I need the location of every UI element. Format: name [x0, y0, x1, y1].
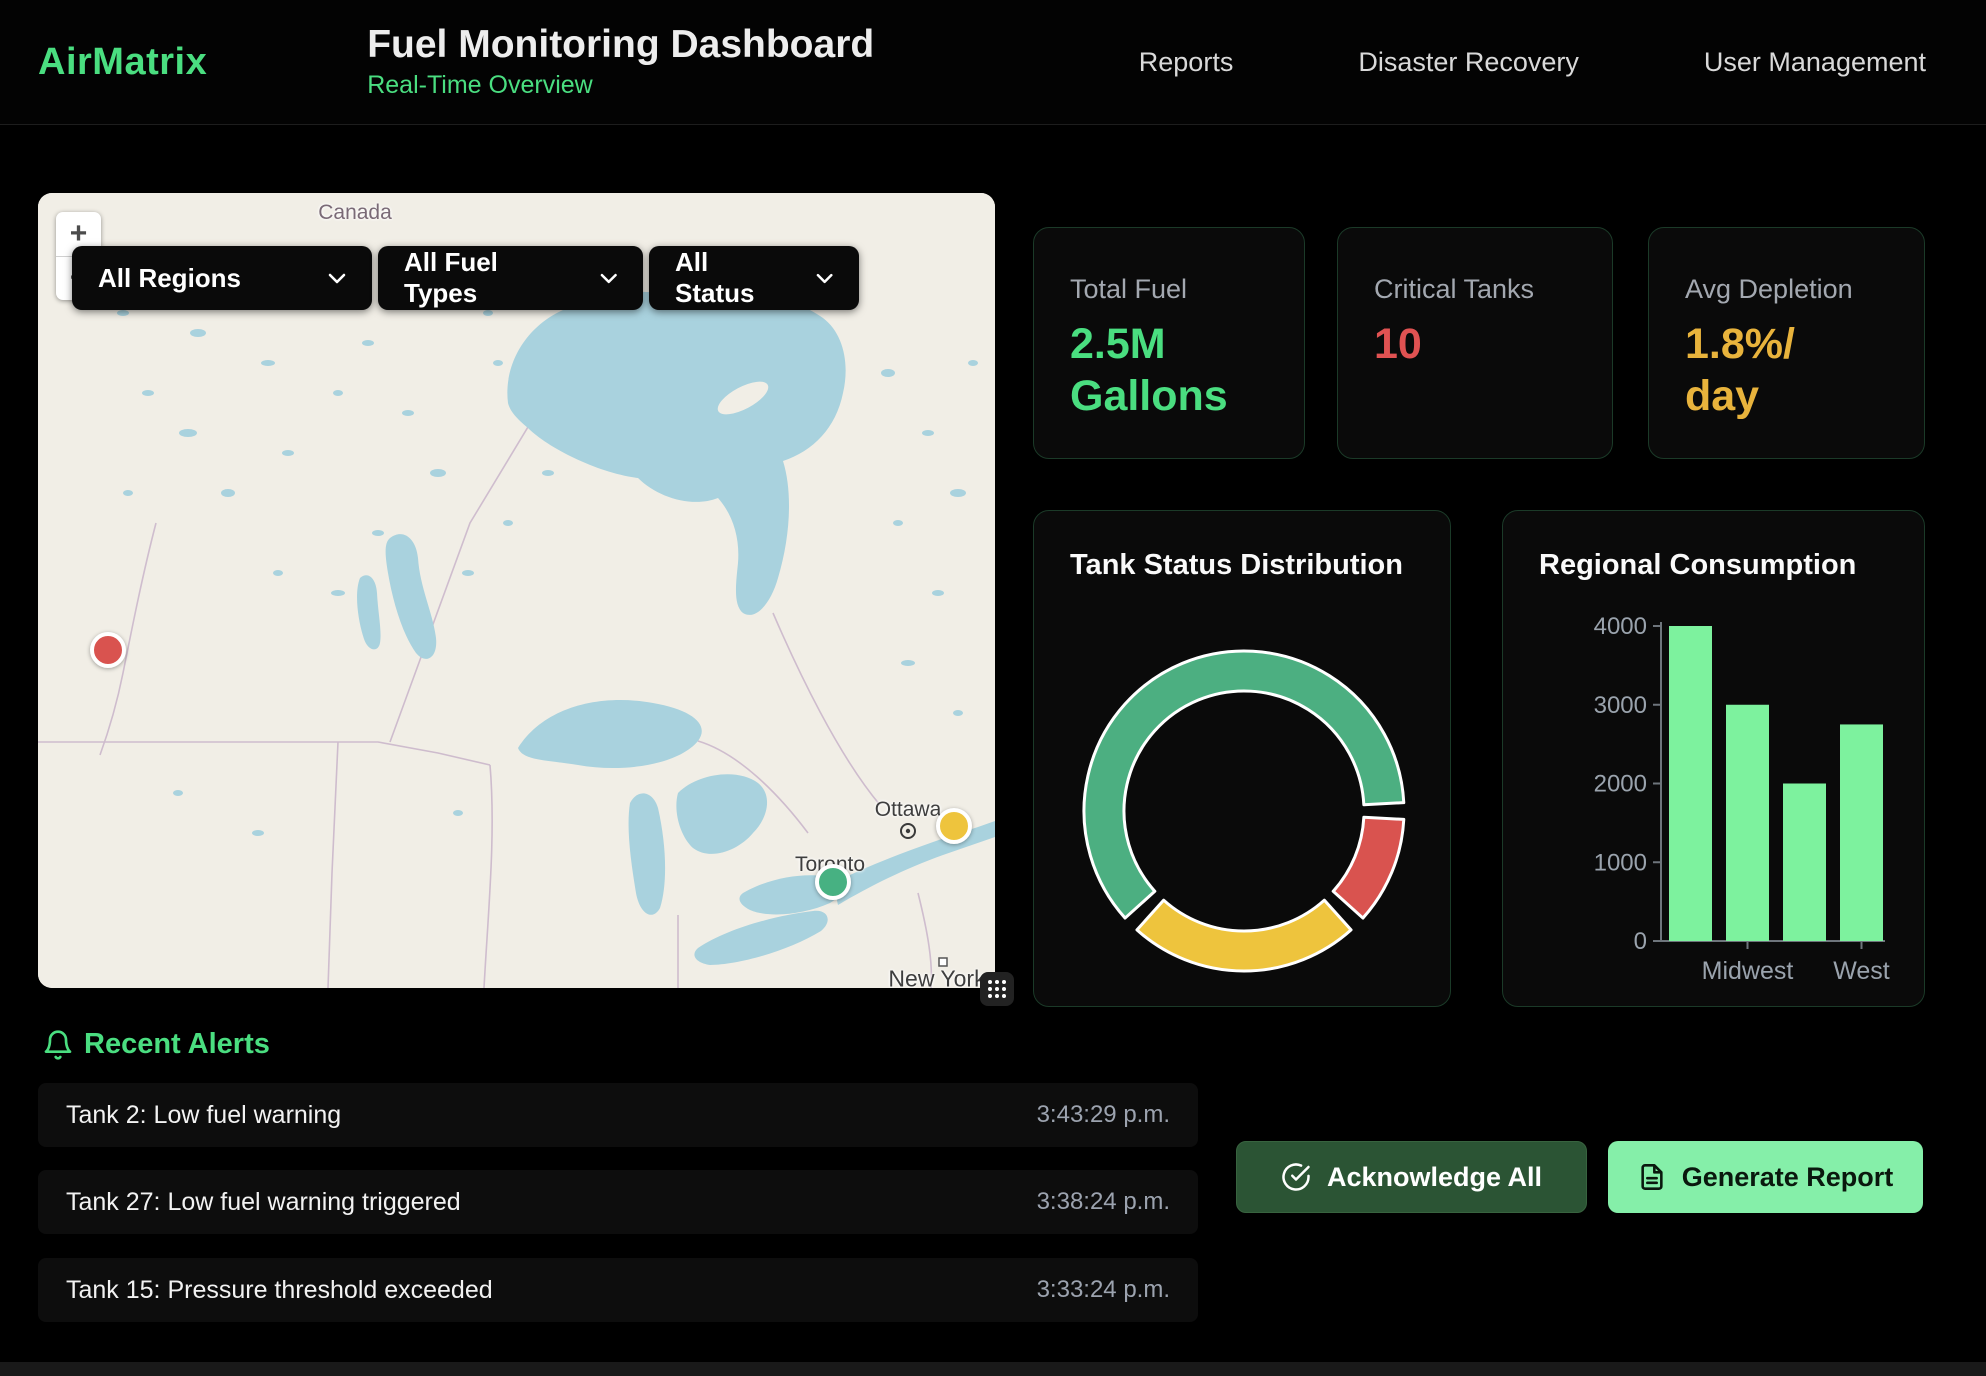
bottom-bar	[0, 1362, 1986, 1376]
alert-row[interactable]: Tank 27: Low fuel warning triggered 3:38…	[38, 1170, 1198, 1234]
bar-3	[1840, 724, 1883, 941]
nav-disaster-recovery[interactable]: Disaster Recovery	[1358, 47, 1579, 78]
region-filter-dropdown[interactable]: All Regions	[72, 246, 372, 310]
y-tick-label: 0	[1634, 928, 1647, 955]
acknowledge-all-button[interactable]: Acknowledge All	[1236, 1141, 1587, 1213]
stat-value: 10	[1374, 319, 1612, 371]
stat-label: Critical Tanks	[1374, 274, 1612, 305]
status-filter-value: All Status	[675, 247, 790, 309]
x-tick-label: West	[1833, 957, 1890, 985]
bar-1	[1726, 705, 1769, 941]
stat-label: Avg Depletion	[1685, 274, 1924, 305]
page-title-block: Fuel Monitoring Dashboard Real-Time Over…	[367, 24, 874, 100]
stat-label: Total Fuel	[1070, 274, 1304, 305]
status-filter-dropdown[interactable]: All Status	[649, 246, 859, 310]
chevron-down-icon	[816, 273, 833, 284]
y-tick-label: 3000	[1594, 692, 1647, 719]
map-filter-bar: All Regions All Fuel Types All Status	[72, 246, 859, 310]
bar-chart: 0 1000 2000 3000 4000 Midwest West	[1503, 511, 1925, 1007]
chevron-down-icon	[328, 273, 346, 284]
region-filter-value: All Regions	[98, 263, 241, 294]
alert-time: 3:43:29 p.m.	[1037, 1101, 1170, 1129]
map-label-canada: Canada	[318, 201, 392, 225]
stat-card-critical-tanks: Critical Tanks 10	[1337, 227, 1613, 459]
x-tick-label: Midwest	[1702, 957, 1794, 985]
regional-consumption-card: Regional Consumption 01000200030004000Mi…	[1502, 510, 1925, 1007]
donut-segment-yellow	[1137, 900, 1351, 971]
map-label-ottawa: Ottawa	[875, 798, 942, 822]
alert-text: Tank 2: Low fuel warning	[66, 1101, 341, 1130]
page-subtitle: Real-Time Overview	[367, 71, 874, 100]
map-label-new-york: New York	[888, 966, 985, 989]
nav-user-management[interactable]: User Management	[1704, 47, 1926, 78]
bell-icon	[42, 1028, 74, 1062]
chevron-down-icon	[600, 273, 618, 284]
donut-segment-red	[1333, 817, 1404, 918]
alert-row[interactable]: Tank 2: Low fuel warning 3:43:29 p.m.	[38, 1083, 1198, 1147]
nav-reports[interactable]: Reports	[1139, 47, 1234, 78]
generate-report-label: Generate Report	[1682, 1162, 1894, 1193]
stat-card-total-fuel: Total Fuel 2.5M Gallons	[1033, 227, 1305, 459]
generate-report-button[interactable]: Generate Report	[1608, 1141, 1923, 1213]
stat-value: 2.5M Gallons	[1070, 319, 1290, 422]
stat-card-avg-depletion: Avg Depletion 1.8%/day	[1648, 227, 1925, 459]
fuel-type-filter-value: All Fuel Types	[404, 247, 574, 309]
file-text-icon	[1638, 1163, 1666, 1191]
dashboard-root: AirMatrix Fuel Monitoring Dashboard Real…	[0, 0, 1986, 1376]
y-tick-label: 1000	[1594, 849, 1647, 876]
tank-marker-warning[interactable]	[936, 808, 972, 844]
map-panel[interactable]: Canada Ottawa Toronto New York + − All R…	[38, 193, 995, 988]
fuel-type-filter-dropdown[interactable]: All Fuel Types	[378, 246, 643, 310]
app-logo: AirMatrix	[38, 41, 207, 84]
alerts-section-title: Recent Alerts	[84, 1028, 270, 1061]
alert-time: 3:38:24 p.m.	[1037, 1188, 1170, 1216]
alert-text: Tank 15: Pressure threshold exceeded	[66, 1276, 493, 1305]
resize-grip-icon[interactable]	[980, 972, 1014, 1006]
alert-time: 3:33:24 p.m.	[1037, 1276, 1170, 1304]
check-circle-icon	[1281, 1162, 1311, 1192]
main-nav: Reports Disaster Recovery User Managemen…	[1139, 47, 1926, 78]
stat-value: 1.8%/day	[1685, 319, 1815, 422]
y-tick-label: 2000	[1594, 771, 1647, 798]
tank-marker-critical[interactable]	[90, 632, 126, 668]
donut-chart	[1034, 511, 1451, 1007]
acknowledge-all-label: Acknowledge All	[1327, 1162, 1542, 1193]
bar-0	[1669, 626, 1712, 941]
header: AirMatrix Fuel Monitoring Dashboard Real…	[0, 0, 1986, 125]
alert-text: Tank 27: Low fuel warning triggered	[66, 1188, 461, 1217]
tank-marker-normal[interactable]	[815, 864, 851, 900]
alert-row[interactable]: Tank 15: Pressure threshold exceeded 3:3…	[38, 1258, 1198, 1322]
page-title: Fuel Monitoring Dashboard	[367, 24, 874, 67]
bar-2	[1783, 784, 1826, 942]
tank-status-card: Tank Status Distribution	[1033, 510, 1451, 1007]
y-tick-label: 4000	[1594, 613, 1647, 640]
